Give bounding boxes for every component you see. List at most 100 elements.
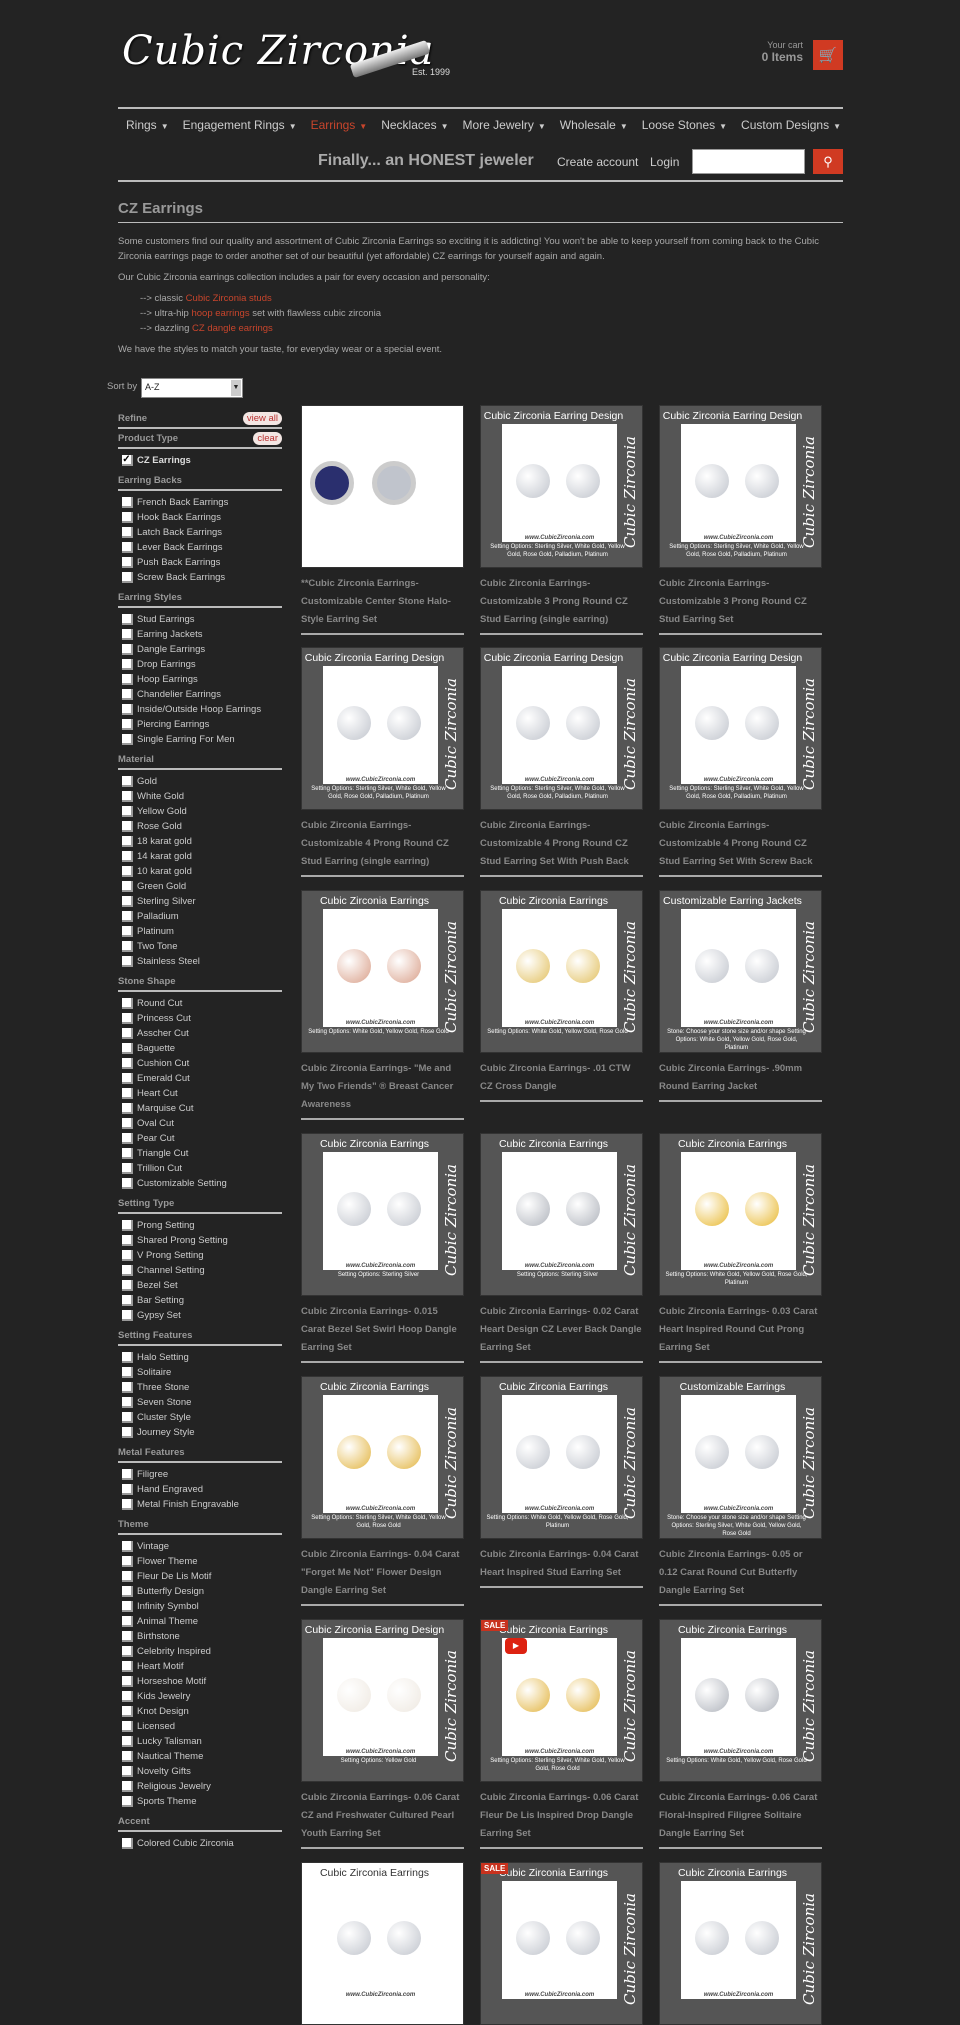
product-image[interactable]: Cubic Zirconia Earrings www.CubicZirconia…: [480, 1862, 643, 2025]
checkbox[interactable]: [122, 896, 133, 907]
filter-option[interactable]: Trillion Cut: [118, 1161, 282, 1176]
checkbox[interactable]: [122, 1178, 133, 1189]
filter-option[interactable]: Cushion Cut: [118, 1056, 282, 1071]
product-image[interactable]: Cubic Zirconia Earring Design www.CubicZi…: [659, 647, 822, 810]
clear-button[interactable]: clear: [253, 431, 282, 445]
product-image[interactable]: Cubic Zirconia Earring Design www.CubicZi…: [659, 405, 822, 568]
product-image[interactable]: Cubic Zirconia Earrings www.CubicZirconia…: [480, 1619, 643, 1782]
checkbox[interactable]: [122, 1796, 133, 1807]
checkbox[interactable]: [122, 1601, 133, 1612]
filter-option[interactable]: Licensed: [118, 1719, 282, 1734]
product-image[interactable]: Cubic Zirconia Earrings www.CubicZirconia…: [301, 1862, 464, 2025]
checkbox[interactable]: [122, 527, 133, 538]
checkbox[interactable]: [122, 1295, 133, 1306]
filter-option[interactable]: Novelty Gifts: [118, 1764, 282, 1779]
product-card[interactable]: Cubic Zirconia Earrings www.CubicZirconia…: [301, 1133, 464, 1363]
checkbox[interactable]: [122, 851, 133, 862]
filter-option[interactable]: Religious Jewelry: [118, 1779, 282, 1794]
checkbox[interactable]: [122, 956, 133, 967]
filter-option[interactable]: Horseshoe Motif: [118, 1674, 282, 1689]
checkbox[interactable]: [122, 821, 133, 832]
checkbox[interactable]: [122, 1103, 133, 1114]
checkbox[interactable]: [122, 791, 133, 802]
checkbox[interactable]: [122, 1427, 133, 1438]
checkbox[interactable]: [122, 1631, 133, 1642]
filter-option[interactable]: Journey Style: [118, 1425, 282, 1440]
product-card[interactable]: Cubic Zirconia Earrings www.CubicZirconia…: [301, 1376, 464, 1606]
checkbox[interactable]: [122, 1586, 133, 1597]
checkbox[interactable]: [122, 1265, 133, 1276]
checkbox[interactable]: [122, 1058, 133, 1069]
filter-option[interactable]: Baguette: [118, 1041, 282, 1056]
product-card[interactable]: Cubic Zirconia Earrings www.CubicZirconia…: [480, 1133, 643, 1363]
filter-option[interactable]: Bezel Set: [118, 1278, 282, 1293]
product-card[interactable]: **Cubic Zirconia Earrings- Customizable …: [301, 405, 464, 635]
product-image[interactable]: Cubic Zirconia Earring Design www.CubicZi…: [480, 405, 643, 568]
product-card[interactable]: Cubic Zirconia Earring Design www.CubicZi…: [301, 647, 464, 877]
checkbox[interactable]: [122, 881, 133, 892]
filter-option[interactable]: Channel Setting: [118, 1263, 282, 1278]
product-card[interactable]: Customizable Earrings www.CubicZirconia.c…: [659, 1376, 822, 1606]
checkbox[interactable]: [122, 1616, 133, 1627]
login-link[interactable]: Login: [650, 155, 679, 169]
checkbox[interactable]: [122, 1163, 133, 1174]
nav-item-engagement-rings[interactable]: Engagement Rings ▼: [183, 118, 297, 132]
checkbox[interactable]: [122, 1043, 133, 1054]
product-card[interactable]: Cubic Zirconia Earrings www.CubicZirconia…: [301, 1862, 464, 2025]
filter-option[interactable]: Gypsy Set: [118, 1308, 282, 1323]
filter-option[interactable]: Round Cut: [118, 996, 282, 1011]
filter-option[interactable]: Seven Stone: [118, 1395, 282, 1410]
checkbox[interactable]: [122, 659, 133, 670]
filter-option[interactable]: Rose Gold: [118, 819, 282, 834]
filter-option[interactable]: Infinity Symbol: [118, 1599, 282, 1614]
product-image[interactable]: Cubic Zirconia Earrings www.CubicZirconia…: [480, 1376, 643, 1539]
filter-option[interactable]: Cluster Style: [118, 1410, 282, 1425]
product-card[interactable]: Cubic Zirconia Earring Design www.CubicZi…: [480, 405, 643, 635]
filter-option[interactable]: Flower Theme: [118, 1554, 282, 1569]
filter-option[interactable]: Earring Jackets: [118, 627, 282, 642]
checkbox[interactable]: [122, 1721, 133, 1732]
product-image[interactable]: Cubic Zirconia Earrings www.CubicZirconia…: [301, 890, 464, 1053]
checkbox[interactable]: [122, 806, 133, 817]
filter-option[interactable]: Colored Cubic Zirconia: [118, 1836, 282, 1851]
logo[interactable]: Cubic Zirconia Est. 1999: [120, 22, 460, 92]
filter-option[interactable]: Sterling Silver: [118, 894, 282, 909]
checkbox[interactable]: [122, 629, 133, 640]
checkbox[interactable]: [122, 1397, 133, 1408]
nav-item-necklaces[interactable]: Necklaces ▼: [381, 118, 448, 132]
product-card[interactable]: Cubic Zirconia Earring Design www.CubicZi…: [659, 647, 822, 877]
product-title[interactable]: Cubic Zirconia Earrings- 0.03 Carat Hear…: [659, 1303, 822, 1363]
filter-option[interactable]: Oval Cut: [118, 1116, 282, 1131]
filter-option[interactable]: Prong Setting: [118, 1218, 282, 1233]
product-card[interactable]: Cubic Zirconia Earrings www.CubicZirconia…: [659, 1619, 822, 1849]
checkbox[interactable]: [122, 1220, 133, 1231]
product-title[interactable]: Cubic Zirconia Earrings- Customizable 4 …: [480, 817, 643, 877]
checkbox[interactable]: [122, 1571, 133, 1582]
checkbox[interactable]: [122, 866, 133, 877]
cart-count[interactable]: 0 Items: [762, 50, 803, 64]
checkbox[interactable]: [122, 941, 133, 952]
filter-option[interactable]: Animal Theme: [118, 1614, 282, 1629]
checkbox[interactable]: [122, 1838, 133, 1849]
checkbox[interactable]: [122, 1310, 133, 1321]
product-card[interactable]: Cubic Zirconia Earrings www.CubicZirconia…: [301, 890, 464, 1120]
filter-option[interactable]: Push Back Earrings: [118, 555, 282, 570]
filter-option[interactable]: Butterfly Design: [118, 1584, 282, 1599]
checkbox[interactable]: [122, 911, 133, 922]
checkbox[interactable]: [122, 542, 133, 553]
checkbox[interactable]: [122, 1469, 133, 1480]
create-account-link[interactable]: Create account: [557, 155, 638, 169]
product-image[interactable]: [301, 405, 464, 568]
product-title[interactable]: Cubic Zirconia Earrings- 0.02 Carat Hear…: [480, 1303, 643, 1363]
filter-option[interactable]: Chandelier Earrings: [118, 687, 282, 702]
product-card[interactable]: Cubic Zirconia Earrings www.CubicZirconia…: [480, 890, 643, 1102]
filter-option[interactable]: Green Gold: [118, 879, 282, 894]
filter-option[interactable]: French Back Earrings: [118, 495, 282, 510]
filter-option[interactable]: Piercing Earrings: [118, 717, 282, 732]
checkbox[interactable]: [122, 1499, 133, 1510]
product-image[interactable]: Customizable Earring Jackets www.CubicZir…: [659, 890, 822, 1053]
search-icon[interactable]: ⚲: [813, 149, 843, 174]
product-image[interactable]: Cubic Zirconia Earrings www.CubicZirconia…: [659, 1619, 822, 1782]
product-image[interactable]: Cubic Zirconia Earring Design www.CubicZi…: [301, 647, 464, 810]
filter-option[interactable]: Lever Back Earrings: [118, 540, 282, 555]
